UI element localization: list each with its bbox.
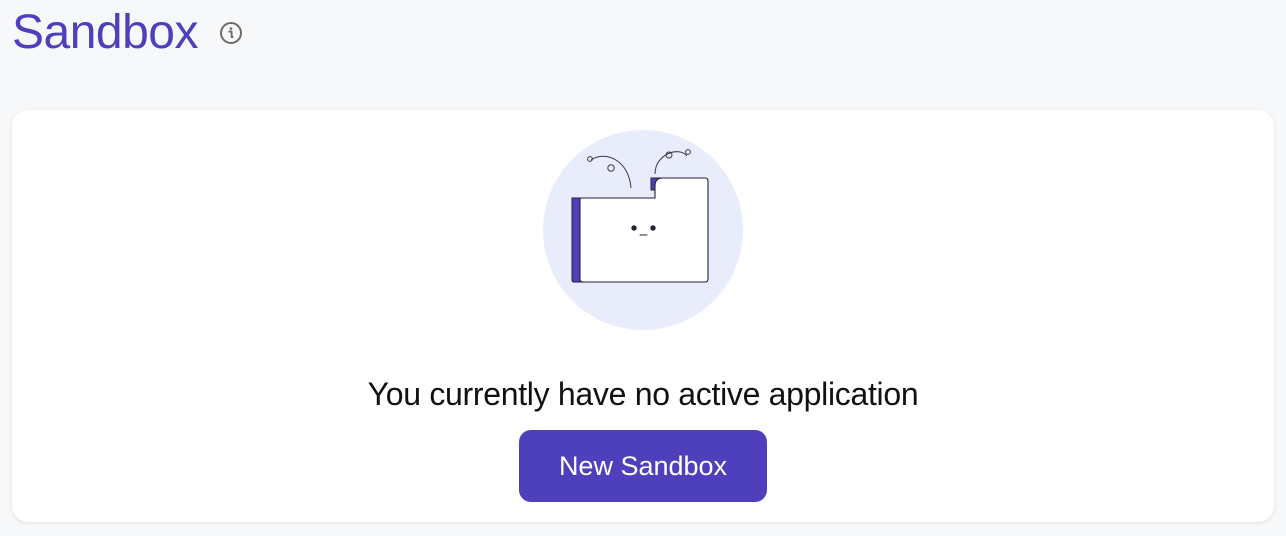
empty-state-message: You currently have no active application [367, 376, 919, 412]
page: Sandbox You currently have no active app… [0, 0, 1286, 536]
info-icon[interactable] [219, 21, 243, 45]
page-header: Sandbox [12, 0, 243, 70]
new-sandbox-button[interactable]: New Sandbox [519, 430, 767, 502]
empty-state-card: You currently have no active application… [12, 110, 1274, 522]
page-title: Sandbox [12, 6, 199, 59]
folder-icon [543, 130, 743, 330]
